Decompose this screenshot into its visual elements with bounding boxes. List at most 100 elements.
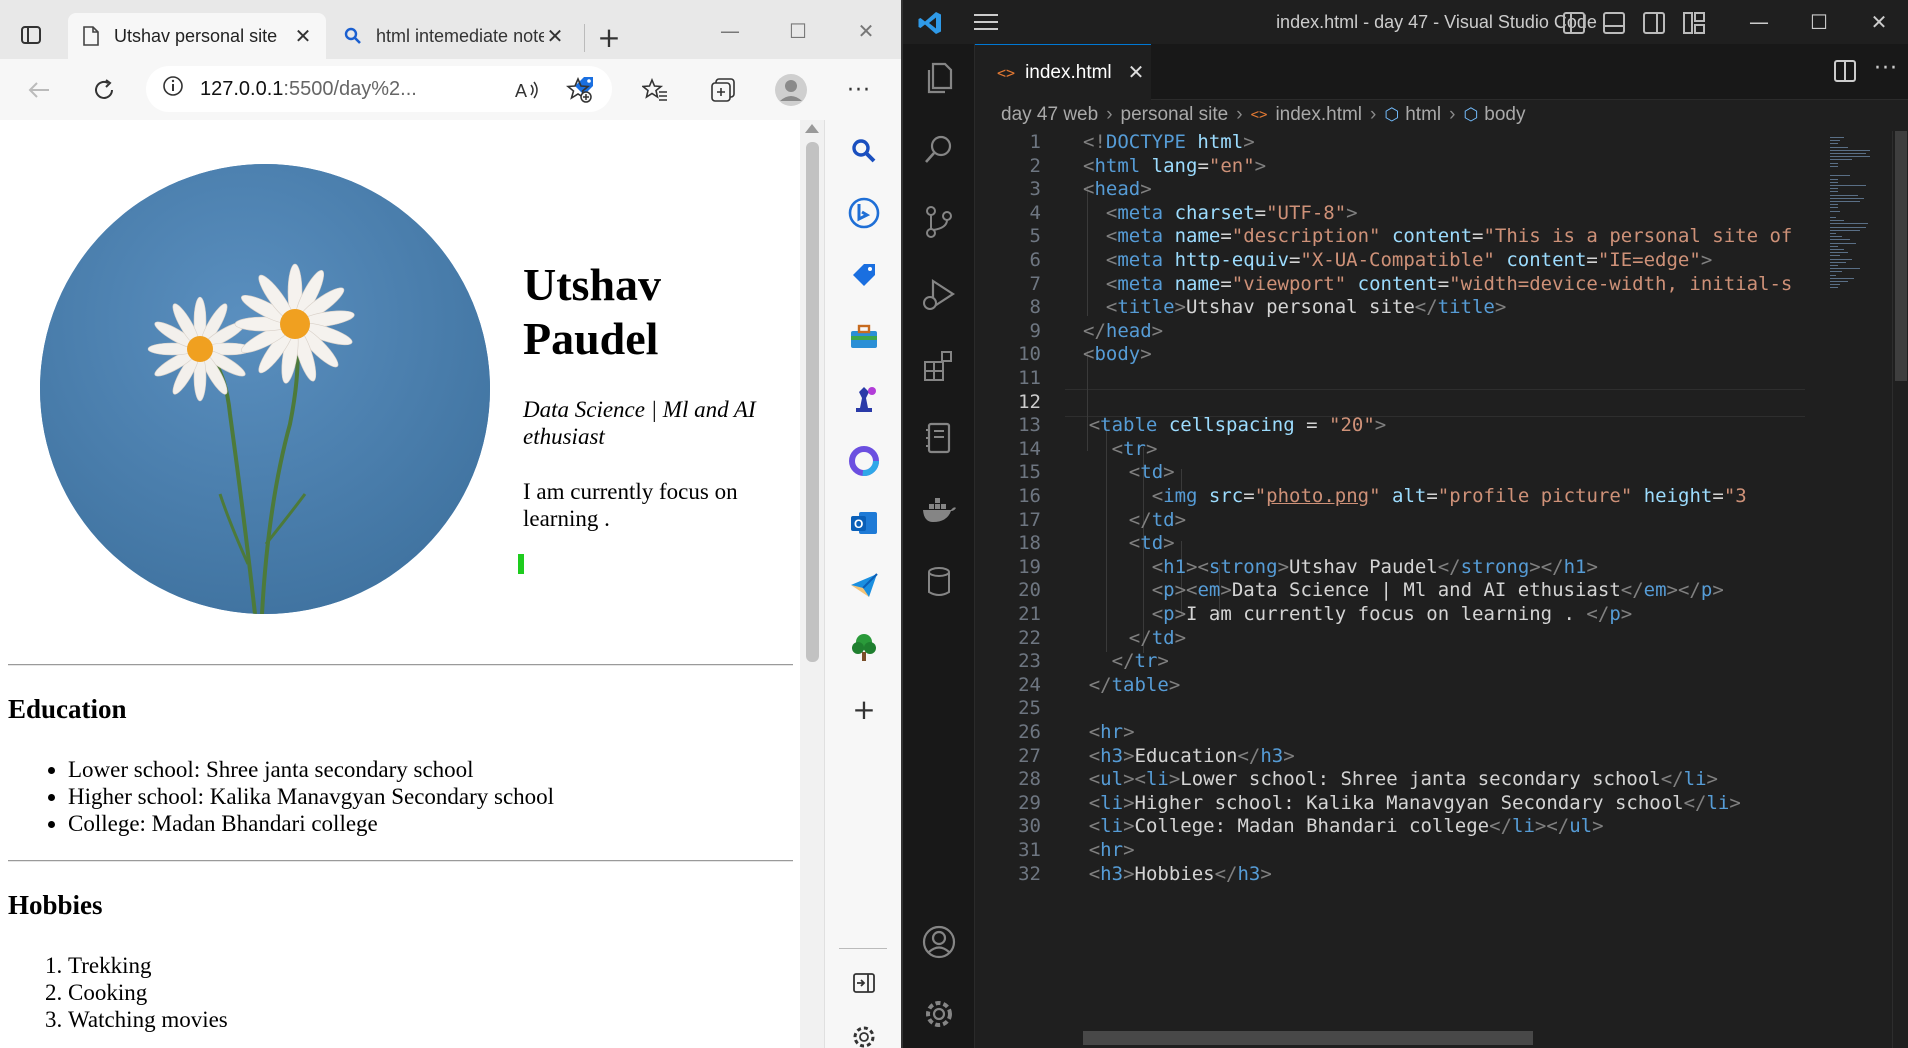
close-icon[interactable]: ✕ xyxy=(292,25,314,48)
minimap-line xyxy=(1830,271,1842,273)
account-icon[interactable] xyxy=(921,924,957,960)
page-title: Utshav Paudel xyxy=(523,259,662,364)
breadcrumb-item[interactable]: body xyxy=(1484,104,1525,126)
code-line: <p><em>Data Science | Ml and AI ethusias… xyxy=(1151,579,1724,602)
tab-html-intemediate-notes[interactable]: html intemediate notes ✕ xyxy=(330,13,578,59)
read-aloud-icon[interactable]: A xyxy=(508,71,546,109)
editor-scrollbar[interactable] xyxy=(1892,131,1908,1048)
tab-index-html[interactable]: <> index.html ✕ xyxy=(975,44,1151,100)
notebook-icon[interactable] xyxy=(921,420,957,456)
toggle-primary-sidebar-icon[interactable] xyxy=(1563,12,1585,34)
breadcrumb-item[interactable]: html xyxy=(1405,104,1441,126)
source-control-icon[interactable] xyxy=(921,204,957,240)
code-line: <meta name="description" content="This i… xyxy=(1105,225,1793,248)
database-icon[interactable] xyxy=(921,564,957,600)
search-icon[interactable] xyxy=(847,134,881,168)
scrollbar-thumb[interactable] xyxy=(1895,131,1907,381)
run-debug-icon[interactable] xyxy=(921,276,957,312)
search-icon[interactable] xyxy=(921,132,957,168)
breadcrumb-item[interactable]: day 47 web xyxy=(1001,104,1098,126)
line-number: 5 xyxy=(1029,225,1041,248)
m365-icon[interactable] xyxy=(847,444,881,478)
minimize-button[interactable]: — xyxy=(710,14,750,48)
vscode-titlebar: index.html - day 47 - Visual Studio Code… xyxy=(903,0,1908,44)
site-info-icon[interactable] xyxy=(162,75,184,103)
line-number: 10 xyxy=(1018,343,1041,366)
window-close-button[interactable]: ✕ xyxy=(1849,0,1908,44)
minimap-line xyxy=(1830,153,1866,154)
focus-text: I am currently focus on learning . xyxy=(523,479,738,531)
minimap-line xyxy=(1830,281,1848,282)
tree-icon[interactable] xyxy=(847,630,881,664)
code-line: <h3>Education</h3> xyxy=(1088,744,1295,767)
code-line: <hr> xyxy=(1088,839,1135,861)
tab-actions-icon[interactable] xyxy=(12,16,50,54)
code-editor[interactable]: 1 <!DOCTYPE html> 2 <html lang="en"> 3 <head>… xyxy=(975,131,1820,1048)
scroll-up-arrow-icon[interactable] xyxy=(805,124,819,133)
line-number: 3 xyxy=(1029,178,1041,201)
refresh-button[interactable] xyxy=(85,71,123,109)
collections-icon[interactable] xyxy=(704,71,742,109)
add-icon[interactable]: + xyxy=(847,692,881,726)
minimap-line xyxy=(1830,287,1838,289)
breadcrumb-item[interactable]: personal site xyxy=(1121,104,1229,126)
window-close-button[interactable]: ✕ xyxy=(846,14,886,48)
close-icon[interactable]: ✕ xyxy=(544,25,566,48)
scrollbar-thumb[interactable] xyxy=(806,142,819,662)
page-scrollbar[interactable] xyxy=(800,120,824,1048)
customize-layout-icon[interactable] xyxy=(1683,12,1705,34)
maximize-button[interactable]: ☐ xyxy=(778,14,818,48)
send-icon[interactable] xyxy=(847,568,881,602)
line-number: 11 xyxy=(1018,367,1041,389)
maximize-button[interactable]: ☐ xyxy=(1789,0,1849,44)
back-button[interactable] xyxy=(20,71,58,109)
favorites-icon[interactable] xyxy=(636,71,674,109)
list-item: Trekking xyxy=(68,952,228,979)
line-number: 25 xyxy=(1018,697,1041,720)
line-number: 1 xyxy=(1029,131,1041,153)
more-actions-icon[interactable]: ··· xyxy=(1874,56,1898,81)
minimap-line xyxy=(1830,249,1844,250)
new-tab-button[interactable]: + xyxy=(592,20,626,54)
close-icon[interactable]: ✕ xyxy=(1128,60,1145,85)
line-number: 30 xyxy=(1018,815,1041,838)
outlook-icon[interactable]: O xyxy=(847,506,881,540)
explorer-icon[interactable] xyxy=(921,60,957,96)
horizontal-scrollbar[interactable] xyxy=(1083,1031,1533,1045)
code-line: <li>Higher school: Kalika Manavgyan Seco… xyxy=(1088,791,1741,814)
minimap-line xyxy=(1830,274,1836,276)
toggle-secondary-sidebar-icon[interactable] xyxy=(1643,12,1665,34)
docker-icon[interactable] xyxy=(921,492,957,528)
breadcrumb-item[interactable]: index.html xyxy=(1275,104,1362,126)
hide-sidebar-icon[interactable] xyxy=(847,966,881,1000)
shopping-tag-icon[interactable] xyxy=(847,258,881,292)
minimap[interactable] xyxy=(1820,131,1890,1048)
minimap-line xyxy=(1830,284,1840,286)
gear-icon[interactable] xyxy=(921,996,957,1032)
minimap-line xyxy=(1830,185,1866,186)
line-number: 31 xyxy=(1018,839,1041,861)
tab-label: index.html xyxy=(1025,61,1112,83)
add-favorite-icon[interactable] xyxy=(560,71,598,109)
chevron-right-icon: › xyxy=(1449,104,1456,125)
tools-icon[interactable] xyxy=(847,320,881,354)
split-editor-icon[interactable] xyxy=(1834,60,1856,82)
chevron-right-icon: › xyxy=(1370,104,1377,125)
games-icon[interactable] xyxy=(847,382,881,416)
minimize-button[interactable]: — xyxy=(1729,0,1789,44)
toggle-panel-icon[interactable] xyxy=(1603,12,1625,34)
indent-guide xyxy=(1087,186,1088,316)
tab-utshav-personal-site[interactable]: Utshav personal site ✕ xyxy=(68,13,326,59)
bing-icon[interactable] xyxy=(847,196,881,230)
code-line: </td> xyxy=(1128,626,1187,649)
profile-picture xyxy=(40,164,490,614)
extensions-icon[interactable] xyxy=(921,348,957,384)
gear-icon[interactable] xyxy=(847,1020,881,1048)
current-line-highlight xyxy=(1065,388,1805,417)
html-file-icon: <> xyxy=(997,63,1016,82)
settings-more-icon[interactable]: ··· xyxy=(840,71,878,109)
minimap-line xyxy=(1830,242,1856,244)
profile-avatar[interactable] xyxy=(772,71,810,109)
minimap-line xyxy=(1830,207,1838,209)
code-line: <img src="photo.png" alt="profile pictur… xyxy=(1151,485,1747,507)
